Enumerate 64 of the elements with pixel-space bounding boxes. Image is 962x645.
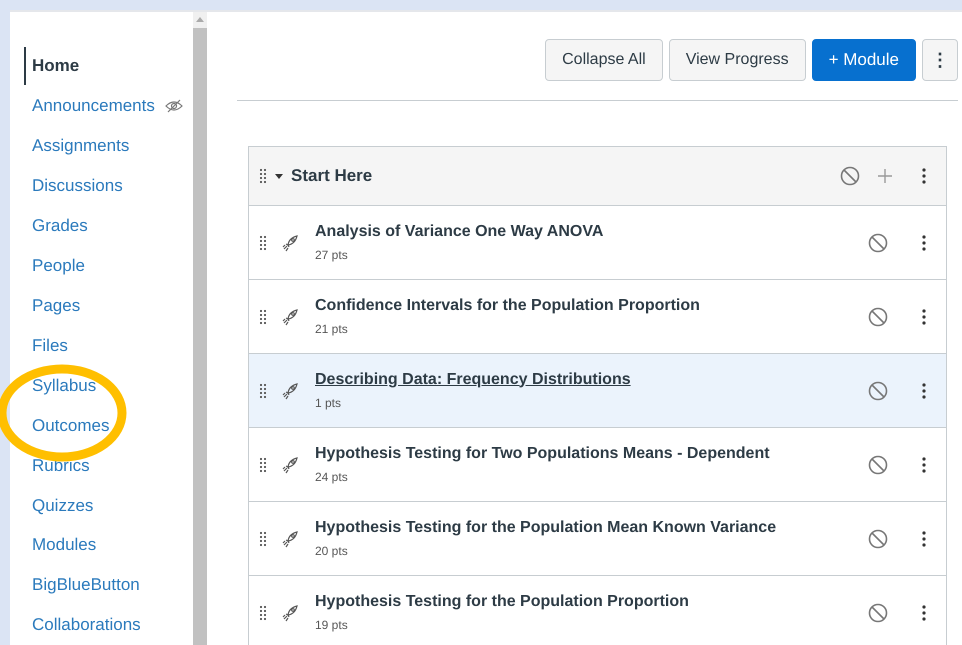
unpublished-icon[interactable] xyxy=(868,232,888,252)
points-label: 27 pts xyxy=(315,246,349,264)
drag-handle-icon[interactable] xyxy=(259,234,267,250)
points-label: 19 pts xyxy=(315,616,349,634)
item-title-link[interactable]: Hypothesis Testing for Two Populations Means - Dependent xyxy=(315,444,868,464)
toolbar-button[interactable]: View Progress xyxy=(668,39,806,81)
nav-link[interactable]: Outcomes xyxy=(24,412,110,438)
more-icon[interactable] xyxy=(922,456,926,472)
rocket-icon xyxy=(281,234,299,252)
more-icon[interactable] xyxy=(922,382,926,398)
unpublished-icon[interactable] xyxy=(868,454,888,474)
rocket-icon xyxy=(281,530,299,548)
more-icon[interactable] xyxy=(922,604,926,620)
item-title-link[interactable]: Confidence Intervals for the Population Proportion xyxy=(315,296,868,316)
points-label: 20 pts xyxy=(315,542,349,560)
points-label: 1 pts xyxy=(315,394,342,412)
nav-link[interactable]: Rubrics xyxy=(24,452,90,478)
drag-handle-icon[interactable] xyxy=(259,382,267,398)
unpublished-icon[interactable] xyxy=(868,528,888,548)
nav-link[interactable]: Pages xyxy=(24,292,80,318)
more-icon[interactable] xyxy=(922,168,926,184)
nav-link[interactable]: Files xyxy=(24,332,68,358)
drag-handle-icon[interactable] xyxy=(259,168,267,184)
nav-link[interactable]: Discussions xyxy=(24,173,123,199)
module-header[interactable]: Start Here xyxy=(249,147,946,206)
nav-link[interactable]: Assignments xyxy=(24,133,130,159)
module-title: Start Here xyxy=(291,165,374,188)
nav-link[interactable]: Modules xyxy=(24,532,96,558)
unpublished-icon[interactable] xyxy=(868,380,888,400)
drag-handle-icon[interactable] xyxy=(259,604,267,620)
drag-handle-icon[interactable] xyxy=(259,456,267,472)
nav-link[interactable]: Grades xyxy=(24,212,88,238)
caret-down-icon[interactable] xyxy=(275,174,283,178)
more-icon[interactable] xyxy=(922,308,926,324)
nav-link[interactable]: Collaborations xyxy=(24,612,141,638)
nav-link[interactable]: BigBlueButton xyxy=(24,572,140,598)
drag-handle-icon[interactable] xyxy=(259,530,267,546)
nav-link[interactable]: People xyxy=(24,252,85,278)
rocket-icon xyxy=(281,308,299,326)
more-icon[interactable] xyxy=(922,234,926,250)
points-label: 24 pts xyxy=(315,468,349,486)
add-icon[interactable] xyxy=(878,169,892,183)
scrollbar[interactable] xyxy=(193,10,207,645)
item-title-link[interactable]: Hypothesis Testing for the Population Proportion xyxy=(315,592,868,612)
unpublished-icon[interactable] xyxy=(840,166,860,186)
nav-link[interactable]: Quizzes xyxy=(24,492,94,518)
rocket-icon xyxy=(281,382,299,400)
more-button[interactable]: ⋮ xyxy=(922,39,958,81)
points-label: 21 pts xyxy=(315,320,349,338)
rocket-icon xyxy=(281,604,299,622)
nav-link[interactable]: Announcements xyxy=(24,93,155,119)
toolbar-button[interactable]: Collapse All xyxy=(545,39,663,81)
item-title-link[interactable]: Analysis of Variance One Way ANOVA xyxy=(315,222,868,242)
nav-link[interactable]: Syllabus xyxy=(24,372,96,398)
rocket-icon xyxy=(281,456,299,474)
toolbar-button[interactable]: + Module xyxy=(812,39,916,81)
nav-link[interactable]: Home xyxy=(24,47,80,85)
more-icon[interactable] xyxy=(922,530,926,546)
item-title-link[interactable]: Hypothesis Testing for the Population Mean Known Variance xyxy=(315,518,868,538)
unpublished-icon[interactable] xyxy=(868,306,888,326)
drag-handle-icon[interactable] xyxy=(259,308,267,324)
module-item-row[interactable]: Describing Data: Frequency Distributions 1 pts xyxy=(249,354,946,428)
item-title-link[interactable]: Describing Data: Frequency Distributions xyxy=(315,370,868,390)
unpublished-icon[interactable] xyxy=(868,602,888,622)
